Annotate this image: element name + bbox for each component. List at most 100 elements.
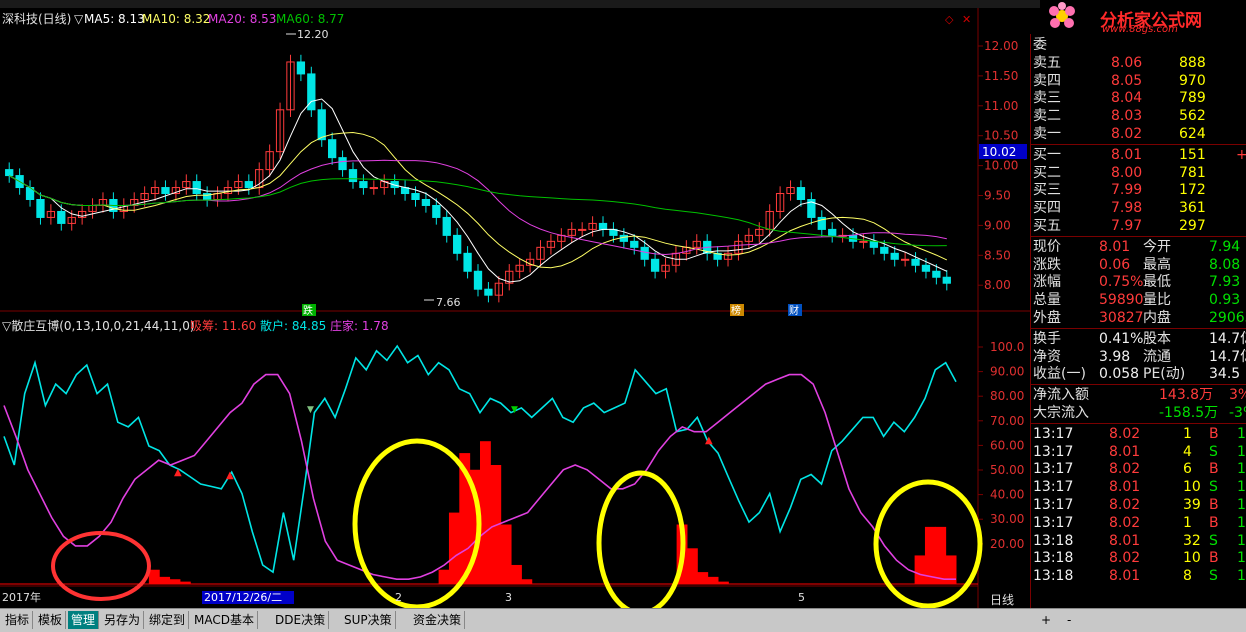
indicator-tick-label: 30.00	[990, 512, 1024, 526]
ask-row-cell: 8.02	[1111, 126, 1143, 142]
flow-row-cell: 净流入额	[1033, 387, 1089, 404]
stock-title: 深科技(日线)	[2, 12, 71, 26]
tick-row-cell: S	[1209, 532, 1218, 549]
tab-6[interactable]: MACD基本	[191, 611, 258, 629]
bid-row-cell: 7.97	[1111, 218, 1143, 234]
stat-row-cell: 总量	[1033, 292, 1061, 309]
indicator-name[interactable]: ▽散庄互博(0,13,10,0,21,44,11,0)	[2, 318, 195, 333]
ask-row-cell: 8.04	[1111, 90, 1143, 107]
tick-row-cell: 32	[1183, 532, 1201, 549]
candle-body	[192, 181, 201, 195]
tick-row-cell: 13:18	[1033, 532, 1074, 549]
stat-row-cell: 8.08	[1209, 256, 1241, 273]
die-marker: 跌	[303, 304, 313, 317]
stat2-row-cell: PE(动)	[1143, 366, 1186, 383]
zhuangjia-bar	[169, 579, 181, 584]
zhuangjia-bar	[438, 569, 450, 584]
kline-chart-svg[interactable]: 深科技(日线) ▽ MA5: 8.13 MA10: 8.32 MA20: 8.5…	[0, 8, 1030, 616]
add-button[interactable]: +	[1038, 611, 1054, 629]
tick-row-cell: 13:17	[1033, 425, 1074, 442]
ask-row-cell: 970	[1179, 72, 1206, 89]
tick-row-cell: S	[1209, 568, 1218, 585]
tick-row-cell: 10	[1183, 479, 1201, 496]
price-tick-label: 10.50	[984, 129, 1018, 143]
ma20-label: MA20: 8.53	[208, 12, 276, 26]
tab-2[interactable]: 模板	[35, 611, 67, 629]
stat-row-cell: 8.01	[1099, 238, 1131, 255]
stat-row-cell: 59890	[1099, 292, 1144, 309]
bid-row-cell: 361	[1179, 200, 1206, 217]
tick-row-cell: 1	[1183, 425, 1192, 442]
tick-row-cell: 8.02	[1109, 461, 1141, 478]
tick-row-cell: 13:18	[1033, 568, 1074, 585]
ma60-line	[8, 175, 947, 247]
down-arrow-icon: ▼	[511, 405, 518, 415]
ask-row-cell: 卖四	[1033, 72, 1061, 89]
candle-body	[900, 258, 910, 261]
tick-row-cell: 1	[1237, 568, 1246, 585]
price-tick-label: 11.50	[984, 69, 1018, 83]
tick-row-cell: 1	[1237, 479, 1246, 496]
tick-row-cell: 8.01	[1109, 443, 1141, 460]
tab-5[interactable]: 绑定到	[146, 611, 190, 629]
remove-button[interactable]: -	[1064, 611, 1074, 629]
stat-row: 外盘 30827内盘 29063	[1031, 309, 1246, 327]
zhuangjia-bar	[718, 581, 729, 584]
indicator-sanhu: 散户: 84.85	[260, 318, 326, 333]
candle-body	[432, 204, 441, 218]
candle-body	[36, 199, 45, 218]
ma-marker[interactable]: ▽	[74, 12, 84, 26]
tab-9[interactable]: 资金决策	[410, 611, 466, 629]
bid-row-cell: 8.01	[1111, 146, 1143, 163]
close-icon[interactable]: ✕	[962, 13, 971, 26]
price-tick-label: 9.50	[984, 189, 1011, 203]
tick-row-cell: B	[1209, 550, 1219, 567]
tab-4[interactable]: 另存为	[101, 611, 145, 629]
zhuangjia-bar	[914, 555, 926, 584]
tick-row-cell: B	[1209, 461, 1219, 478]
candle-body	[348, 169, 358, 183]
tab-1[interactable]: 指标	[2, 611, 34, 629]
candle-body	[244, 181, 253, 189]
flow-row: 大宗流入 -158.5万 -3%	[1031, 404, 1246, 422]
tab-7[interactable]: DDE决策	[272, 611, 330, 629]
stat2-row: 收益(一) 0.058 PE(动) 34.5	[1031, 365, 1246, 383]
candle-body	[890, 252, 899, 260]
candle-body	[796, 187, 806, 200]
tick-row: 13:17 8.01 10 S 1	[1031, 478, 1246, 496]
stat-row-cell: 涨幅	[1033, 274, 1061, 291]
stat2-row-cell: 净资	[1033, 348, 1061, 365]
tab-8[interactable]: SUP决策	[341, 611, 396, 629]
candle-body	[296, 61, 306, 75]
site-logo: 分析家公式网 www.88gs.com	[1040, 0, 1246, 35]
ask-row-cell: 卖三	[1033, 90, 1061, 107]
zhuangjia-bar	[521, 579, 533, 584]
zhuangjia-bar	[686, 548, 698, 584]
bid-row-cell: 8.00	[1111, 164, 1143, 181]
tick-row-cell: 13:17	[1033, 479, 1074, 496]
tick-row: 13:17 8.02 1 B 1	[1031, 425, 1246, 443]
stat-row-cell: 最高	[1143, 256, 1171, 273]
current-price-label: 10.02	[982, 145, 1016, 159]
indicator-tick-label: 60.00	[990, 438, 1024, 452]
diamond-icon[interactable]: ◇	[945, 13, 954, 26]
indicator-tick-label: 90.00	[990, 365, 1024, 379]
zhuangjia-bars	[148, 441, 957, 584]
highlight-circle-yellow-2	[596, 470, 686, 616]
flow-row-cell: 大宗流入	[1033, 405, 1089, 421]
tick-row: 13:18 8.01 32 S 1	[1031, 532, 1246, 550]
ask-row-cell: 789	[1179, 90, 1206, 107]
tab-3[interactable]: 管理	[68, 611, 100, 629]
candle-body	[317, 109, 326, 141]
zhuangjia-bar	[148, 569, 160, 584]
x-axis-m3: 3	[505, 591, 512, 604]
stat2-row-cell: 14.7亿	[1209, 330, 1246, 347]
x-axis-m2: 2	[395, 591, 402, 604]
stat-row: 涨跌 0.06 最高 8.08	[1031, 256, 1246, 274]
chart-area[interactable]: 深科技(日线) ▽ MA5: 8.13 MA10: 8.32 MA20: 8.5…	[0, 8, 1030, 616]
flow-row-cell: -3%	[1229, 405, 1246, 421]
bid-row-cell: 买一	[1033, 146, 1061, 163]
period-label[interactable]: 日线	[990, 593, 1014, 607]
candle-body	[828, 228, 837, 236]
bid-row: 买一 8.01 151 +	[1031, 146, 1246, 164]
